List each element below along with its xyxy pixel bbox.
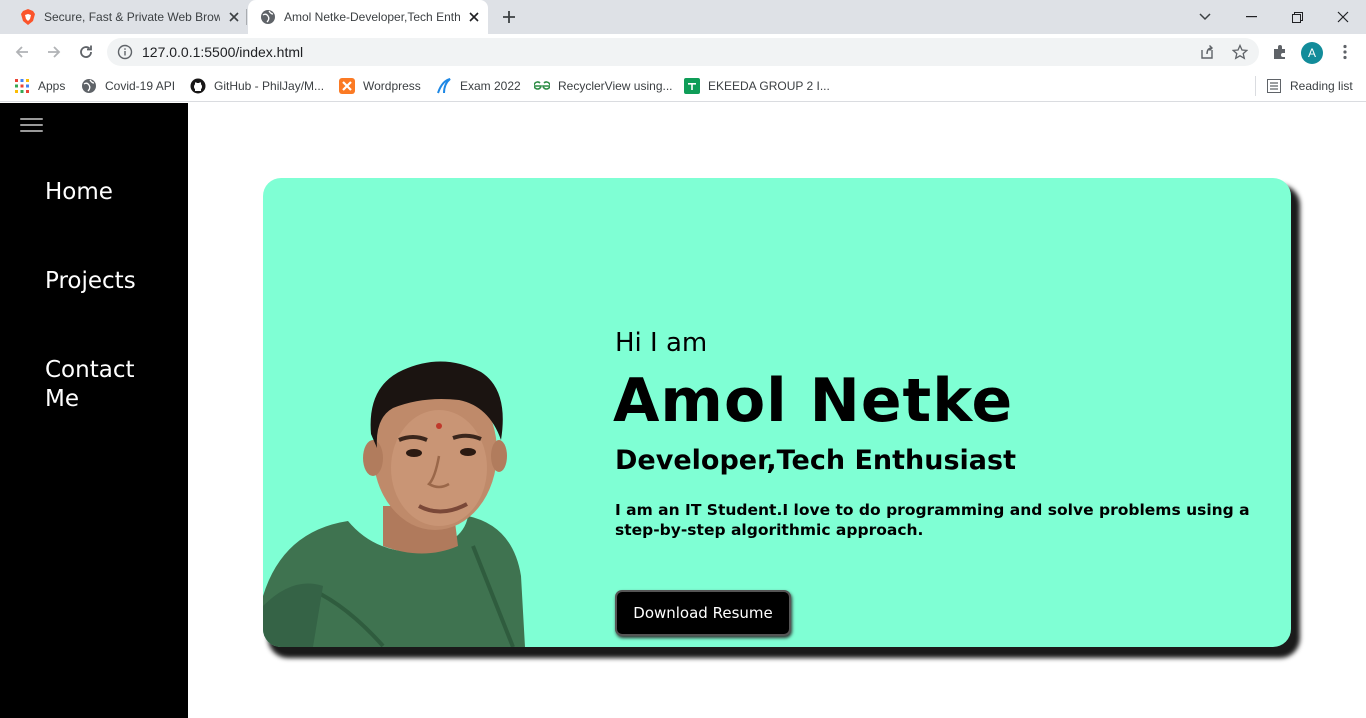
bookmark-ekeeda[interactable]: EKEEDA GROUP 2 I...: [684, 76, 830, 96]
bookmark-label: RecyclerView using...: [558, 79, 673, 93]
restore-icon[interactable]: [1274, 0, 1320, 34]
bookmarks-bar: Apps Covid-19 API GitHub - PhilJay/M... …: [0, 70, 1366, 102]
hero-card: Hi I am Amol Netke Developer,Tech Enthus…: [263, 178, 1291, 647]
gfg-icon: [534, 78, 550, 94]
info-icon[interactable]: [117, 44, 133, 60]
a-logo-icon: [436, 78, 452, 94]
bookmark-apps[interactable]: Apps: [14, 76, 65, 96]
extensions-puzzle-icon[interactable]: [1266, 38, 1294, 66]
tab-divider: [246, 9, 247, 25]
reading-list-label: Reading list: [1290, 79, 1353, 93]
nav-projects[interactable]: Projects: [45, 267, 165, 296]
xampp-icon: [339, 78, 355, 94]
bookmark-label: Apps: [38, 79, 66, 93]
bookmark-github[interactable]: GitHub - PhilJay/M...: [190, 76, 324, 96]
back-arrow-icon[interactable]: [8, 38, 36, 66]
globe-icon: [260, 9, 276, 25]
tab-search-icon[interactable]: [1182, 0, 1228, 34]
profile-avatar[interactable]: A: [1301, 42, 1323, 64]
browser-toolbar: 127.0.0.1:5500/index.html A: [0, 34, 1366, 70]
reading-list-icon: [1266, 78, 1282, 94]
bookmark-label: Exam 2022: [460, 79, 521, 93]
nav-contact-me[interactable]: Contact Me: [45, 356, 165, 414]
bookmarks-divider: [1255, 76, 1256, 96]
close-icon[interactable]: [466, 9, 482, 25]
kebab-menu-icon[interactable]: [1331, 38, 1359, 66]
reload-icon[interactable]: [72, 38, 100, 66]
sidebar: Home Projects Contact Me: [0, 103, 188, 718]
url-text: 127.0.0.1:5500/index.html: [142, 44, 304, 60]
brave-lion-icon: [20, 9, 36, 25]
bookmark-wordpress[interactable]: Wordpress: [339, 76, 421, 96]
hero-name: Amol Netke: [613, 366, 1014, 436]
tab-portfolio[interactable]: Amol Netke-Developer,Tech Enthusiast: [248, 0, 488, 34]
sheets-icon: [684, 78, 700, 94]
tab-title: Amol Netke-Developer,Tech Enthusiast: [284, 10, 460, 24]
bookmark-label: EKEEDA GROUP 2 I...: [708, 79, 830, 93]
tab-title: Secure, Fast & Private Web Browser: [44, 10, 220, 24]
new-tab-button[interactable]: [498, 6, 520, 28]
profile-photo: [263, 361, 525, 647]
close-icon[interactable]: [226, 9, 242, 25]
github-icon: [190, 78, 206, 94]
address-bar[interactable]: 127.0.0.1:5500/index.html: [107, 38, 1259, 66]
hamburger-menu-icon[interactable]: [20, 118, 43, 132]
close-window-icon[interactable]: [1320, 0, 1366, 34]
nav-home[interactable]: Home: [45, 178, 165, 207]
bookmark-label: Wordpress: [363, 79, 421, 93]
bookmark-recyclerview[interactable]: RecyclerView using...: [534, 76, 673, 96]
minimize-icon[interactable]: [1228, 0, 1274, 34]
forward-arrow-icon[interactable]: [40, 38, 68, 66]
bookmark-covid[interactable]: Covid-19 API: [81, 76, 175, 96]
tab-strip: Secure, Fast & Private Web Browser Amol …: [0, 0, 1366, 34]
hero-role: Developer,Tech Enthusiast: [615, 445, 1016, 476]
bookmark-exam[interactable]: Exam 2022: [436, 76, 521, 96]
apps-grid-icon: [14, 78, 30, 94]
globe-icon: [81, 78, 97, 94]
greeting-text: Hi I am: [615, 328, 708, 358]
hero-description: I am an IT Student.I love to do programm…: [615, 501, 1250, 539]
bookmark-label: GitHub - PhilJay/M...: [214, 79, 325, 93]
reading-list-button[interactable]: Reading list: [1266, 76, 1353, 96]
download-resume-button[interactable]: Download Resume: [615, 590, 791, 636]
tab-brave[interactable]: Secure, Fast & Private Web Browser: [8, 0, 244, 34]
star-icon[interactable]: [1231, 43, 1249, 61]
bookmark-label: Covid-19 API: [105, 79, 176, 93]
share-icon[interactable]: [1198, 43, 1216, 61]
